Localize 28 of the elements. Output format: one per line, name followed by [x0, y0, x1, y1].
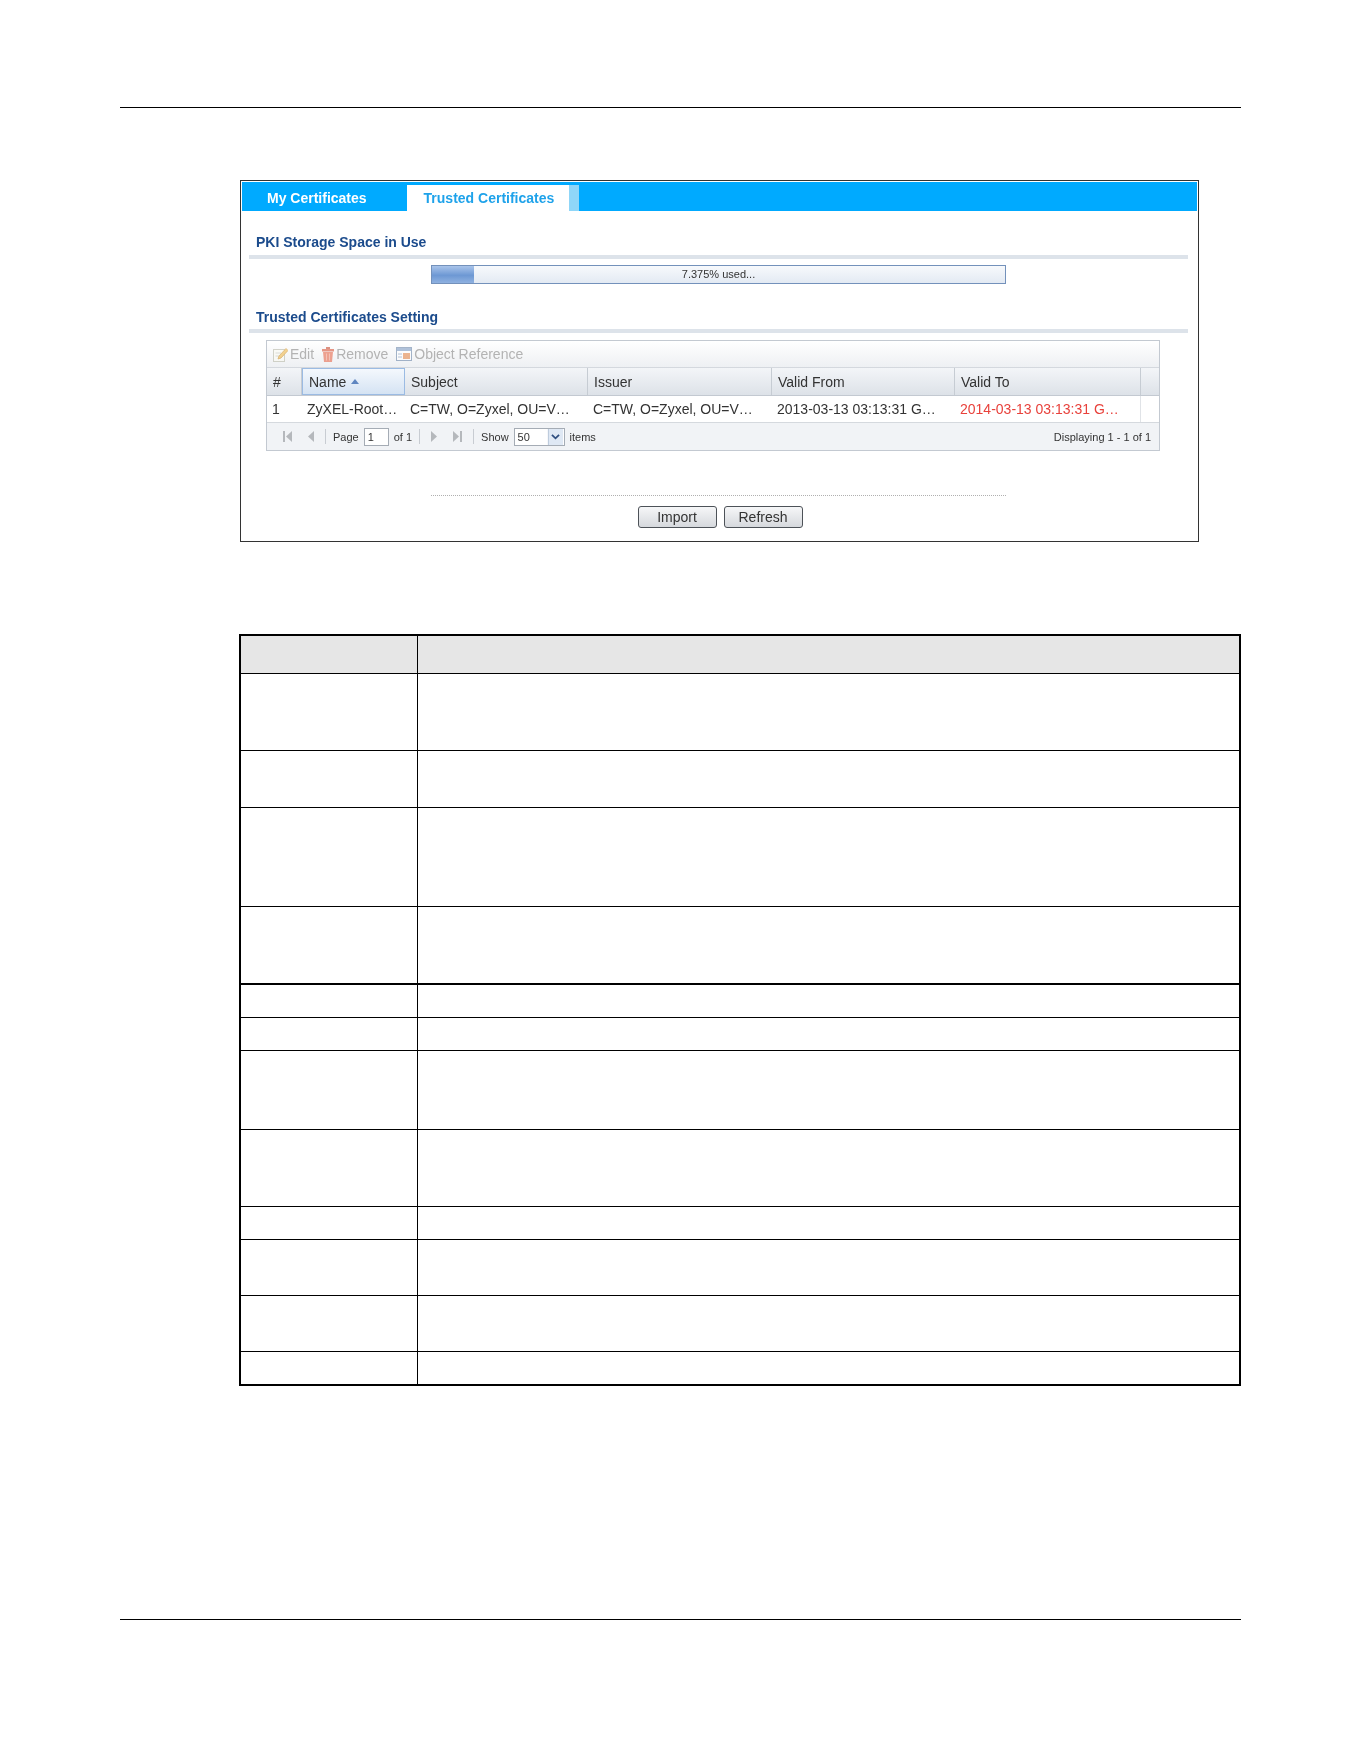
- table-icon: [396, 347, 413, 361]
- section-title: Trusted Certificates Setting: [256, 308, 440, 326]
- action-button[interactable]: Refresh: [723, 506, 803, 528]
- table-cell: 2014-03-13 03:13:31 G…: [955, 396, 1141, 422]
- page-size-select[interactable]: 50: [513, 427, 565, 446]
- page-field[interactable]: 1: [363, 427, 389, 446]
- table-cell-text: ZyXEL-Root…: [306, 400, 399, 419]
- page-total: of 1: [393, 430, 413, 443]
- trash-icon: [322, 346, 335, 362]
- column-header[interactable]: Name: [302, 368, 405, 395]
- table-cell-text: 2013-03-13 03:13:31 G…: [776, 400, 937, 419]
- column-header[interactable]: Issuer: [588, 368, 772, 395]
- pencil-icon: [273, 346, 288, 362]
- table-cell-text: C=TW, O=Zyxel, OU=V…: [409, 400, 571, 419]
- column-header[interactable]: Valid To: [955, 368, 1141, 395]
- items-label: items: [569, 430, 596, 443]
- table-cell-text: 1: [271, 400, 281, 419]
- column-header[interactable]: Subject: [405, 368, 588, 395]
- page-label: Page: [333, 430, 359, 443]
- action-button[interactable]: Import: [637, 506, 717, 528]
- display-summary: Displaying 1 - 1 of 1: [1053, 430, 1152, 443]
- usage-reading: 7.375% used...: [681, 268, 756, 281]
- section-title: PKI Storage Space in Use: [256, 233, 428, 251]
- table-cell-text: C=TW, O=Zyxel, OU=V…: [592, 400, 754, 419]
- column-header[interactable]: Valid From: [772, 368, 955, 395]
- show-label: Show: [481, 430, 509, 443]
- caret-icon: [546, 428, 564, 445]
- sort-arrow-icon: [351, 379, 360, 384]
